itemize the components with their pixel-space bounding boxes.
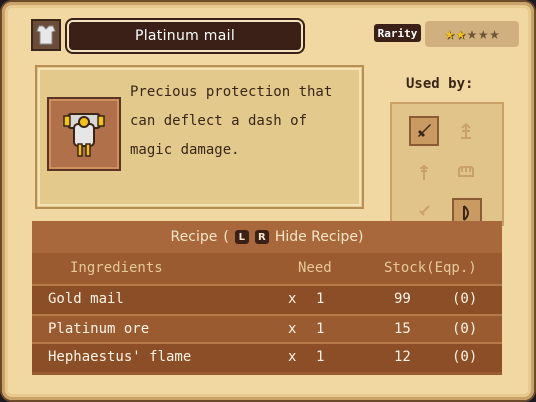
l-button-icon[interactable]: L (234, 230, 249, 244)
hide-recipe-label[interactable]: Hide Recipe) (275, 229, 364, 245)
r-button-icon[interactable]: R (254, 230, 269, 244)
staff-icon (452, 117, 480, 145)
gauntlet-icon (452, 158, 480, 186)
times-sign: x (288, 349, 297, 365)
item-title: Platinum mail (67, 20, 303, 52)
star-empty-icon: ★ (466, 23, 478, 44)
description-line: can deflect a dash of (130, 113, 308, 129)
equipped-value: (0) (452, 349, 478, 365)
table-row: Platinum ore x 1 15 (0) (32, 316, 502, 344)
description-line: magic damage. (130, 142, 240, 158)
star-icon: ★ (455, 23, 466, 44)
times-sign: x (288, 291, 297, 307)
star-icon: ★ (444, 23, 455, 44)
table-row: Gold mail x 1 99 (0) (32, 286, 502, 314)
stock-value: 99 (394, 291, 411, 307)
star-empty-icon: ★ (489, 23, 500, 44)
item-name: Platinum mail (134, 28, 236, 44)
table-row: Hephaestus' flame x 1 12 (0) (32, 344, 502, 372)
ingredient-name: Platinum ore (48, 321, 150, 337)
scepter-icon (410, 158, 438, 186)
equipped-value: (0) (452, 321, 478, 337)
stock-header: Stock(Eqp.) (384, 260, 477, 276)
need-value: 1 (316, 349, 325, 365)
platinum-mail-icon (47, 97, 121, 171)
need-value: 1 (316, 291, 325, 307)
need-header: Need (298, 260, 332, 276)
armor-category-icon (31, 19, 61, 51)
ingredient-name: Hephaestus' flame (48, 349, 192, 365)
item-detail-window: Platinum mail Rarity ★ ★ ★ ★ ★ Precious … (2, 2, 534, 400)
equipped-value: (0) (452, 291, 478, 307)
recipe-open-paren: ( (223, 229, 229, 245)
stock-value: 12 (394, 349, 411, 365)
times-sign: x (288, 321, 297, 337)
ingredients-header: Ingredients (70, 260, 163, 276)
sword-icon (409, 116, 439, 146)
need-value: 1 (316, 321, 325, 337)
star-empty-icon: ★ (478, 23, 489, 44)
stock-value: 15 (394, 321, 411, 337)
used-by-label: Used by: (406, 76, 474, 92)
rarity-label: Rarity (374, 24, 421, 42)
description-line: Precious protection that (130, 84, 333, 100)
rarity-stars: ★ ★ ★ ★ ★ (425, 21, 519, 47)
item-description: Precious protection that can deflect a d… (130, 78, 360, 165)
recipe-bar[interactable]: Recipe ( L R Hide Recipe) (32, 221, 502, 253)
recipe-label: Recipe (170, 229, 218, 245)
used-by-panel (390, 102, 504, 226)
ingredient-name: Gold mail (48, 291, 124, 307)
